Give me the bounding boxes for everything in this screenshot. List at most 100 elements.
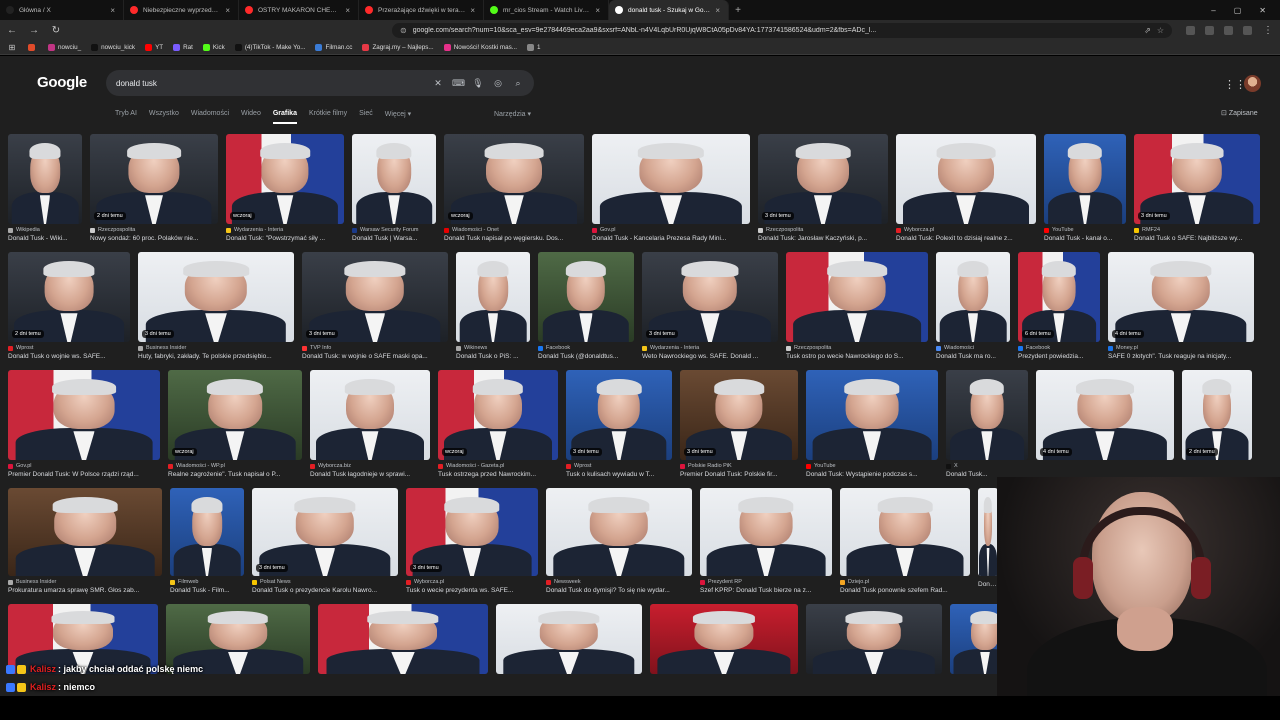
result-source[interactable]: RMF24 bbox=[1134, 227, 1260, 233]
image-result[interactable] bbox=[318, 604, 488, 674]
result-caption[interactable]: Weto Nawrockiego ws. SAFE. Donald ... bbox=[642, 353, 778, 360]
clear-icon[interactable]: ✕ bbox=[432, 78, 444, 89]
result-source[interactable]: Rzeczpospolita bbox=[786, 345, 928, 351]
result-caption[interactable]: Prokuratura umarza sprawę SMR. Głos zab.… bbox=[8, 587, 162, 594]
image-result[interactable]: wczoraj Wiadomości - Onet Donald Tusk napi… bbox=[444, 134, 584, 242]
tab-close-icon[interactable]: × bbox=[595, 6, 600, 15]
filter-tab[interactable]: Więcej ▾ bbox=[385, 110, 411, 118]
google-apps-icon[interactable]: ⋮⋮ bbox=[1224, 78, 1246, 91]
result-caption[interactable]: Donald Tusk: Polexit to dzisiaj realne z… bbox=[896, 235, 1036, 242]
result-caption[interactable]: Donald Tusk - Wiki... bbox=[8, 235, 82, 242]
image-result[interactable]: 3 dni temu TVP Info Donald Tusk: w wojnie … bbox=[302, 252, 448, 360]
image-result[interactable]: 2 dni temu Rzeczpospolita Nowy sondaż: 60 … bbox=[90, 134, 218, 242]
result-caption[interactable]: Premier Donald Tusk: Polskie fir... bbox=[680, 471, 798, 478]
image-thumbnail[interactable]: 3 dni temu bbox=[758, 134, 888, 224]
image-thumbnail[interactable] bbox=[806, 604, 942, 674]
bookmark-item[interactable]: Kick bbox=[202, 43, 225, 51]
result-caption[interactable]: SAFE 0 złotych". Tusk reaguje na inicjat… bbox=[1108, 353, 1254, 360]
saved-button[interactable]: ⊡ Zapisane bbox=[1221, 109, 1258, 117]
google-logo[interactable]: Google bbox=[37, 74, 87, 91]
tab-close-icon[interactable]: × bbox=[345, 6, 350, 15]
result-source[interactable]: Wiadomości - WP.pl bbox=[168, 463, 302, 469]
image-thumbnail[interactable] bbox=[8, 370, 160, 460]
result-caption[interactable]: Donald Tusk - Film... bbox=[170, 587, 244, 594]
result-source[interactable]: Gov.pl bbox=[8, 463, 160, 469]
image-result[interactable]: X Donald Tusk... bbox=[946, 370, 1028, 478]
image-result[interactable]: 3 dni temu Wyborcza.pl Tusk o wecie prezyd… bbox=[406, 488, 538, 594]
image-thumbnail[interactable]: wczoraj bbox=[168, 370, 302, 460]
image-result[interactable]: Gov.pl Premier Donald Tusk: W Polsce rząd… bbox=[8, 370, 160, 478]
result-caption[interactable]: Dona... bbox=[978, 581, 998, 588]
image-thumbnail[interactable]: 2 dni temu bbox=[1182, 370, 1252, 460]
tab-close-icon[interactable]: × bbox=[470, 6, 475, 15]
result-caption[interactable]: Donald Tusk (@donaldtus... bbox=[538, 353, 634, 360]
image-result[interactable]: Facebook Donald Tusk (@donaldtus... bbox=[538, 252, 634, 360]
result-caption[interactable]: Szef KPRP: Donald Tusk bierze na z... bbox=[700, 587, 832, 594]
avatar[interactable] bbox=[1244, 75, 1261, 92]
image-thumbnail[interactable] bbox=[806, 370, 938, 460]
image-result[interactable]: 4 dni temu Money.pl SAFE 0 złotych". Tusk … bbox=[1108, 252, 1254, 360]
image-result[interactable] bbox=[650, 604, 798, 674]
microphone-icon[interactable]: 🎙 bbox=[472, 78, 484, 89]
result-source[interactable]: YouTube bbox=[806, 463, 938, 469]
image-result[interactable]: Prezydent RP Szef KPRP: Donald Tusk bierz… bbox=[700, 488, 832, 594]
filter-tab[interactable]: Wideo bbox=[241, 110, 261, 118]
result-caption[interactable]: Donald Tusk | Warsa... bbox=[352, 235, 436, 242]
result-caption[interactable]: Donald Tusk łagodnieje w sprawi... bbox=[310, 471, 430, 478]
image-result[interactable]: 3 dni temu Business Insider Huty, fabryki,… bbox=[138, 252, 294, 360]
filter-tab[interactable]: Wiadomości bbox=[191, 110, 229, 118]
result-caption[interactable]: Donald Tusk: Wystąpienie podczas s... bbox=[806, 471, 938, 478]
image-thumbnail[interactable]: 4 dni temu bbox=[1108, 252, 1254, 342]
image-result[interactable]: Warsaw Security Forum Donald Tusk | Warsa… bbox=[352, 134, 436, 242]
result-caption[interactable]: Donald Tusk: w wojnie o SAFE maski opa..… bbox=[302, 353, 448, 360]
image-thumbnail[interactable]: wczoraj bbox=[444, 134, 584, 224]
tab-close-icon[interactable]: × bbox=[110, 6, 115, 15]
image-result[interactable]: 6 dni temu Facebook Prezydent powiedzia... bbox=[1018, 252, 1100, 360]
image-thumbnail[interactable]: 3 dni temu bbox=[566, 370, 672, 460]
image-result[interactable]: 2 dni temu bbox=[1182, 370, 1252, 478]
image-result[interactable]: Wiadomości Donald Tusk ma ro... bbox=[936, 252, 1010, 360]
image-result[interactable]: Dziejo.pl Donald Tusk ponownie szefem Rad… bbox=[840, 488, 970, 594]
result-source[interactable]: Wprost bbox=[8, 345, 130, 351]
result-caption[interactable]: Donald Tusk o prezydencie Karolu Nawro..… bbox=[252, 587, 398, 594]
result-source[interactable]: Filmweb bbox=[170, 579, 244, 585]
result-source[interactable]: Wprost bbox=[566, 463, 672, 469]
image-thumbnail[interactable] bbox=[1044, 134, 1126, 224]
image-result[interactable]: wczoraj Wiadomości - Gazeta.pl Tusk ostrze… bbox=[438, 370, 558, 478]
result-caption[interactable]: Premier Donald Tusk: W Polsce rządzi rzą… bbox=[8, 471, 160, 478]
result-source[interactable]: YouTube bbox=[1044, 227, 1126, 233]
result-caption[interactable]: Donald Tusk: Jarosław Kaczyński, p... bbox=[758, 235, 888, 242]
image-thumbnail[interactable] bbox=[700, 488, 832, 576]
image-thumbnail[interactable] bbox=[592, 134, 750, 224]
result-caption[interactable]: Donald Tusk - Kancelaria Prezesa Rady Mi… bbox=[592, 235, 750, 242]
image-thumbnail[interactable]: 3 dni temu bbox=[406, 488, 538, 576]
bookmark-item[interactable]: nowciu_kick bbox=[91, 43, 135, 51]
bookmark-item[interactable]: 1 bbox=[527, 43, 541, 51]
result-source[interactable]: X bbox=[946, 463, 1028, 469]
site-info-icon[interactable]: ⊜ bbox=[400, 26, 407, 35]
image-thumbnail[interactable] bbox=[318, 604, 488, 674]
extension-icon[interactable] bbox=[1224, 25, 1233, 35]
filter-tab[interactable]: Krótkie filmy bbox=[309, 110, 347, 118]
result-source[interactable]: Wiadomości - Onet bbox=[444, 227, 584, 233]
result-source[interactable]: Dziejo.pl bbox=[840, 579, 970, 585]
result-caption[interactable]: Donald Tusk napisał po węgiersku. Dos... bbox=[444, 235, 584, 242]
image-thumbnail[interactable] bbox=[538, 252, 634, 342]
result-source[interactable]: Polskie Radio PiK bbox=[680, 463, 798, 469]
image-thumbnail[interactable]: wczoraj bbox=[226, 134, 344, 224]
image-thumbnail[interactable] bbox=[546, 488, 692, 576]
result-caption[interactable]: Nowy sondaż: 60 proc. Polaków nie... bbox=[90, 235, 218, 242]
image-thumbnail[interactable]: 4 dni temu bbox=[1036, 370, 1174, 460]
result-source[interactable]: Wikipedia bbox=[8, 227, 82, 233]
result-source[interactable]: Wiadomości bbox=[936, 345, 1010, 351]
lens-icon[interactable]: ◎ bbox=[492, 78, 504, 89]
image-result[interactable]: wczoraj Wydarzenia - Interia Donald Tusk: … bbox=[226, 134, 344, 242]
bookmark-item[interactable]: Filman.cc bbox=[315, 43, 352, 51]
image-result[interactable]: 3 dni temu Wydarzenia - Interia Weto Nawro… bbox=[642, 252, 778, 360]
result-caption[interactable]: Tusk ostro po wecie Nawrockiego do S... bbox=[786, 353, 928, 360]
image-result[interactable]: 3 dni temu Polsat News Donald Tusk o prezy… bbox=[252, 488, 398, 594]
image-thumbnail[interactable] bbox=[896, 134, 1036, 224]
result-source[interactable]: Gov.pl bbox=[592, 227, 750, 233]
result-source[interactable]: Facebook bbox=[1018, 345, 1100, 351]
image-thumbnail[interactable]: 3 dni temu bbox=[680, 370, 798, 460]
